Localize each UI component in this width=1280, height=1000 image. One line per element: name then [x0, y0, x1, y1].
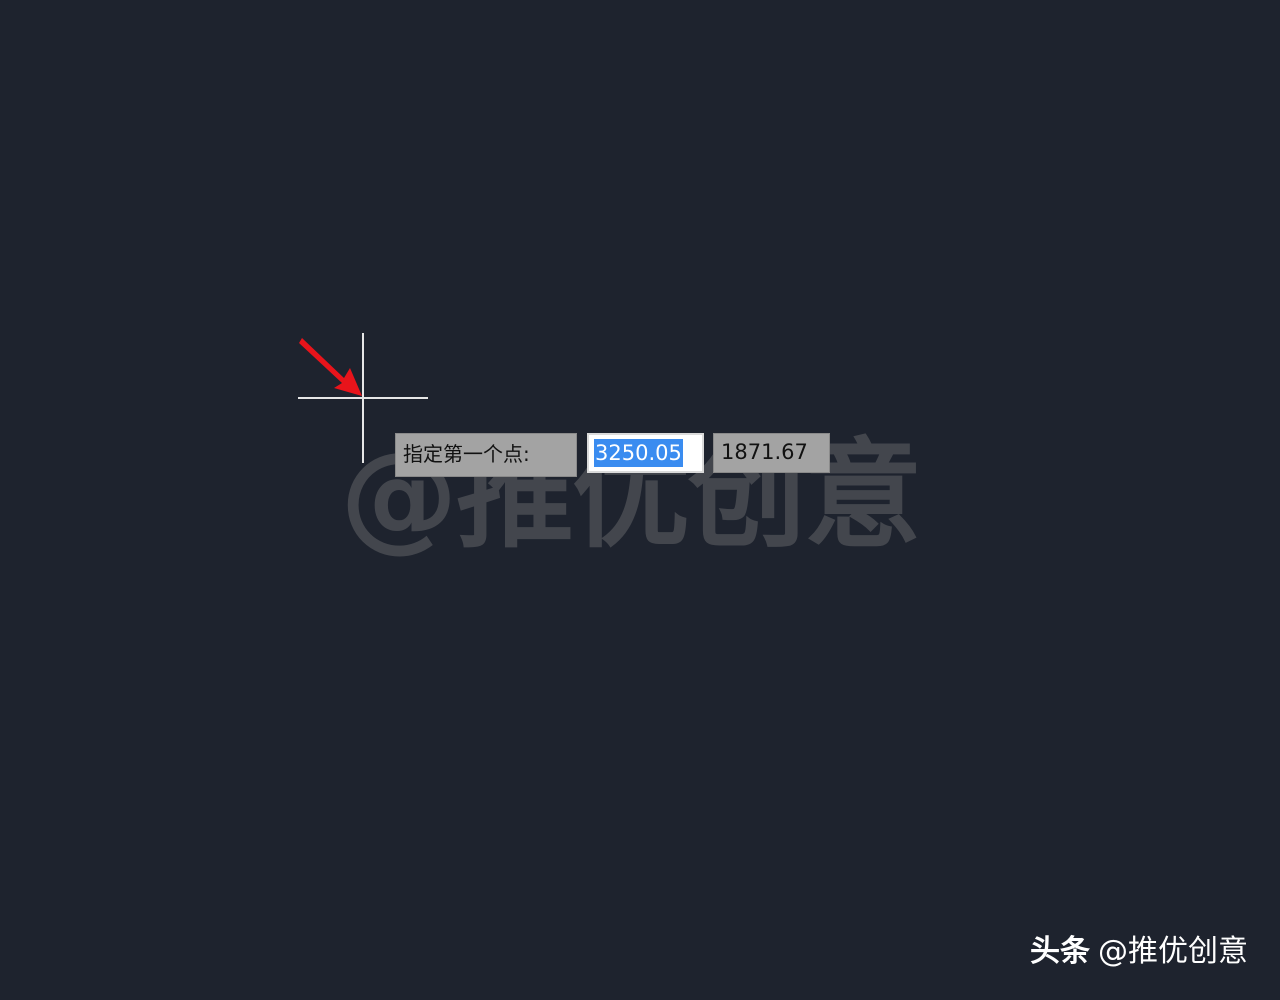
platform-name: 头条: [1030, 934, 1090, 969]
x-coordinate-value: 3250.05: [594, 439, 683, 467]
author-name: @推优创意: [1098, 934, 1248, 969]
x-coordinate-input[interactable]: 3250.05: [587, 433, 704, 473]
prompt-label: 指定第一个点:: [395, 433, 577, 477]
drawing-canvas[interactable]: [0, 0, 1280, 1000]
red-arrow-icon: [299, 338, 362, 396]
y-coordinate-input[interactable]: 1871.67: [713, 433, 830, 473]
credit-signature: 头条 @推优创意: [1030, 932, 1248, 972]
